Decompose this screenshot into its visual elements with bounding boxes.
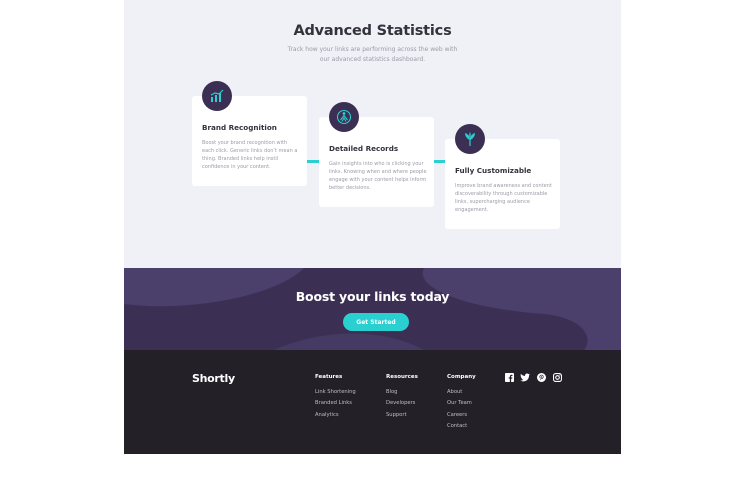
card-text: Improve brand awareness and content disc… [455, 183, 552, 213]
fully-customizable-icon [455, 124, 485, 154]
page: Advanced Statistics Track how your links… [124, 0, 621, 454]
facebook-icon[interactable] [504, 372, 514, 382]
brand-recognition-icon [202, 81, 232, 111]
footer-link[interactable]: Blog [386, 387, 418, 398]
social-links [504, 372, 562, 382]
twitter-icon[interactable] [520, 372, 530, 382]
footer-link[interactable]: Branded Links [315, 398, 356, 409]
get-started-button[interactable]: Get Started [343, 313, 409, 331]
footer-column-company: Company About Our Team Careers Contact [447, 374, 476, 432]
footer-link[interactable]: Support [386, 410, 418, 421]
card-title: Fully Customizable [455, 166, 532, 175]
card-detailed-records: Detailed Records Gain insights into who … [319, 102, 434, 207]
card-text: Boost your brand recognition with each c… [202, 140, 298, 170]
boost-section: Boost your links today Get Started [124, 268, 621, 350]
footer-column-features: Features Link Shortening Branded Links A… [315, 374, 356, 421]
card-connector [307, 160, 319, 163]
statistics-subtitle: Track how your links are performing acro… [287, 46, 458, 63]
card-title: Detailed Records [329, 144, 399, 153]
footer-logo[interactable]: Shortly [192, 372, 235, 385]
statistics-section: Advanced Statistics Track how your links… [124, 0, 621, 268]
footer-link[interactable]: Analytics [315, 410, 356, 421]
footer-link[interactable]: Our Team [447, 398, 476, 409]
footer-link[interactable]: About [447, 387, 476, 398]
boost-background-pattern [124, 268, 621, 350]
footer-link[interactable]: Contact [447, 421, 476, 432]
footer-link[interactable]: Developers [386, 398, 418, 409]
footer-link[interactable]: Careers [447, 410, 476, 421]
card-title: Brand Recognition [202, 123, 277, 132]
footer-column-heading: Resources [386, 374, 418, 380]
footer: Shortly Features Link Shortening Branded… [124, 350, 621, 454]
footer-column-resources: Resources Blog Developers Support [386, 374, 418, 421]
statistics-title: Advanced Statistics [293, 23, 452, 39]
boost-title: Boost your links today [295, 289, 450, 304]
card-text: Gain insights into who is clicking your … [329, 161, 427, 191]
detailed-records-icon [329, 102, 359, 132]
card-connector [433, 160, 445, 163]
card-brand-recognition: Brand Recognition Boost your brand recog… [192, 81, 307, 186]
card-fully-customizable: Fully Customizable Improve brand awarene… [445, 124, 560, 229]
instagram-icon[interactable] [552, 372, 562, 382]
footer-link[interactable]: Link Shortening [315, 387, 356, 398]
pinterest-icon[interactable] [536, 372, 546, 382]
footer-column-heading: Company [447, 374, 476, 380]
footer-column-heading: Features [315, 374, 343, 380]
